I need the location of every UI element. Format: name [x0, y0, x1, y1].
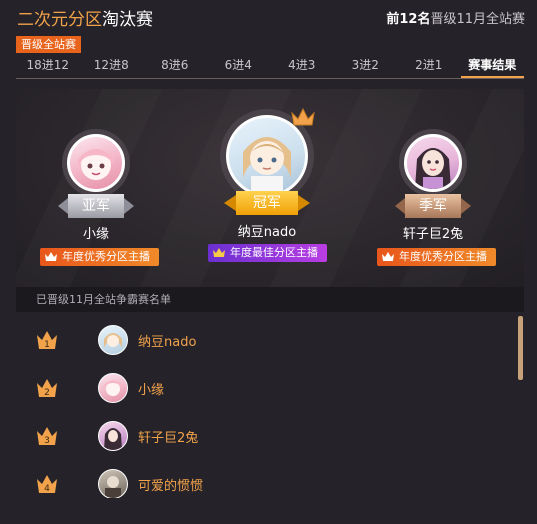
second-name[interactable]: 小缘 — [46, 223, 146, 242]
crown-icon — [382, 252, 394, 261]
third-avatar[interactable] — [404, 134, 462, 192]
third-avatar-art — [415, 148, 451, 189]
rank-number: 1 — [44, 340, 50, 350]
list-item[interactable]: 1 纳豆nado — [16, 316, 516, 364]
second-avatar[interactable] — [67, 134, 125, 192]
rank-crown-icon: 1 — [37, 331, 57, 350]
second-rank-ribbon: 亚军 — [58, 194, 134, 218]
second-award-label: 年度优秀分区主播 — [62, 250, 150, 263]
qualified-list-header: 已晋级11月全站争霸赛名单 — [16, 287, 524, 312]
list-item-name[interactable]: 可爱的惯惯 — [138, 475, 203, 494]
first-avatar[interactable] — [226, 115, 308, 197]
first-rank-ribbon: 冠军 — [224, 191, 310, 215]
list-item[interactable]: 2 小缘 — [16, 364, 516, 412]
second-award: 年度优秀分区主播 — [40, 248, 159, 266]
second-avatar-art — [78, 149, 114, 180]
tab-4-3[interactable]: 4进3 — [270, 53, 334, 78]
round-tabs: 18进12 12进8 8进6 6进4 4进3 3进2 2进1 赛事结果 — [16, 53, 524, 79]
advance-count: 前12名 — [386, 12, 431, 27]
first-award-label: 年度最佳分区主播 — [230, 246, 318, 259]
rank-number: 4 — [44, 484, 50, 494]
tab-18-12[interactable]: 18进12 — [16, 53, 80, 78]
advance-info: 前12名晋级11月全站赛 — [386, 8, 525, 27]
rank-number: 2 — [44, 388, 50, 398]
avatar[interactable] — [98, 421, 128, 451]
rank-number: 3 — [44, 436, 50, 446]
first-name[interactable]: 纳豆nado — [217, 221, 317, 240]
rank-crown-icon: 2 — [37, 379, 57, 398]
crown-icon — [45, 252, 57, 261]
avatar[interactable] — [98, 325, 128, 355]
list-item-name[interactable]: 轩子巨2兔 — [138, 427, 198, 446]
title-zone: 二次元分区 — [17, 10, 102, 30]
list-item-name[interactable]: 小缘 — [138, 379, 164, 398]
avatar[interactable] — [98, 373, 128, 403]
list-item[interactable]: 3 轩子巨2兔 — [16, 412, 516, 460]
advance-text: 晋级11月全站赛 — [430, 12, 525, 27]
title-stage: 淘汰赛 — [102, 10, 153, 30]
tab-3-2[interactable]: 3进2 — [334, 53, 398, 78]
list-item-name[interactable]: 纳豆nado — [138, 331, 196, 350]
first-avatar-art — [243, 137, 291, 194]
third-rank-ribbon: 季军 — [395, 194, 471, 218]
crown-icon — [213, 248, 225, 257]
avatar[interactable] — [98, 469, 128, 498]
third-award: 年度优秀分区主播 — [377, 248, 496, 266]
promotion-badge: 晋级全站赛 — [16, 36, 81, 53]
champion-crown-icon — [291, 107, 315, 126]
tab-2-1[interactable]: 2进1 — [397, 53, 461, 78]
list-scrollbar[interactable] — [518, 316, 523, 380]
tab-6-4[interactable]: 6进4 — [207, 53, 271, 78]
page-header: 二次元分区淘汰赛 前12名晋级11月全站赛 — [0, 0, 537, 34]
third-award-label: 年度优秀分区主播 — [399, 250, 487, 263]
tab-12-8[interactable]: 12进8 — [80, 53, 144, 78]
third-name[interactable]: 轩子巨2兔 — [383, 223, 483, 242]
qualified-list[interactable]: 1 纳豆nado 2 小缘 3 轩子巨2兔 4 可爱的惯惯 — [16, 312, 524, 498]
rank-crown-icon: 4 — [37, 475, 57, 494]
rank-crown-icon: 3 — [37, 427, 57, 446]
first-award: 年度最佳分区主播 — [208, 244, 327, 262]
tab-results[interactable]: 赛事结果 — [460, 53, 524, 78]
list-item[interactable]: 4 可爱的惯惯 — [16, 460, 516, 498]
podium-panel: 亚军 小缘 年度优秀分区主播 冠军 纳豆nado 年度最佳分区主播 季军 轩子巨… — [16, 89, 524, 287]
tab-8-6[interactable]: 8进6 — [143, 53, 207, 78]
page-title: 二次元分区淘汰赛 — [17, 5, 153, 30]
